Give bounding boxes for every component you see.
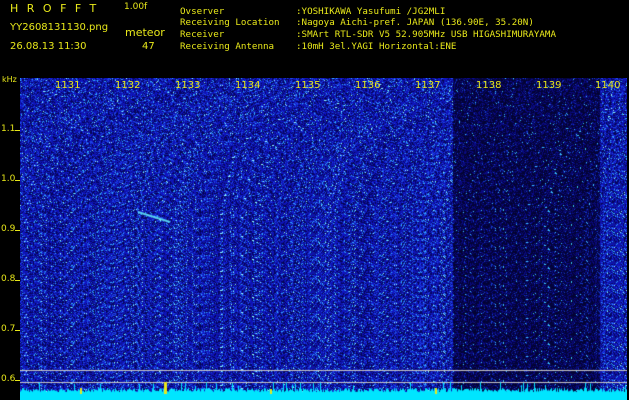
header-panel: HROFFT 1.00f YY2608131130.png meteor 26.… xyxy=(0,0,629,84)
location-value: :Nagoya Aichi-pref. JAPAN (136.90E, 35.2… xyxy=(296,17,534,28)
time-tick-label: 1137 xyxy=(415,80,441,91)
capture-datetime: 26.08.13 11:30 xyxy=(10,41,87,52)
time-tick-label: 1132 xyxy=(115,80,141,91)
antenna-key: Receiving Antenna xyxy=(180,41,275,52)
frequency-axis: 1.1 1.0 0.9 0.8 0.7 0.6 xyxy=(0,78,20,400)
time-tick-label: 1138 xyxy=(476,80,502,91)
y-tick-label: 1.0 xyxy=(1,174,16,184)
receiver-key: Receiver xyxy=(180,29,225,40)
y-tick-label: 0.7 xyxy=(1,324,16,334)
image-filename: YY2608131130.png xyxy=(10,22,109,33)
observer-key: Ovserver xyxy=(180,6,225,17)
y-tick-label: 0.6 xyxy=(1,374,16,384)
time-tick-label: 1135 xyxy=(295,80,321,91)
meteor-count: 47 xyxy=(142,41,155,52)
app-version: 1.00f xyxy=(124,2,148,12)
app-title: HROFFT xyxy=(10,2,105,15)
time-tick-label: 1136 xyxy=(355,80,381,91)
observer-value: :YOSHIKAWA Yasufumi /JG2MLI xyxy=(296,6,446,17)
time-tick-label: 1140 xyxy=(595,80,621,91)
y-tick-label: 1.1 xyxy=(1,124,16,134)
y-tick-label: 0.8 xyxy=(1,274,16,284)
waterfall-spectrogram xyxy=(20,78,627,400)
receiver-value: :SMArt RTL-SDR V5 52.905MHz USB HIGASHIM… xyxy=(296,29,556,40)
meteor-label: meteor xyxy=(125,26,165,39)
time-tick-label: 1134 xyxy=(235,80,261,91)
antenna-value: :10mH 3el.YAGI Horizontal:ENE xyxy=(296,41,457,52)
location-key: Receiving Location xyxy=(180,17,280,28)
time-tick-label: 1139 xyxy=(536,80,562,91)
time-tick-label: 1131 xyxy=(55,80,81,91)
time-tick-label: 1133 xyxy=(175,80,201,91)
y-tick-label: 0.9 xyxy=(1,224,16,234)
